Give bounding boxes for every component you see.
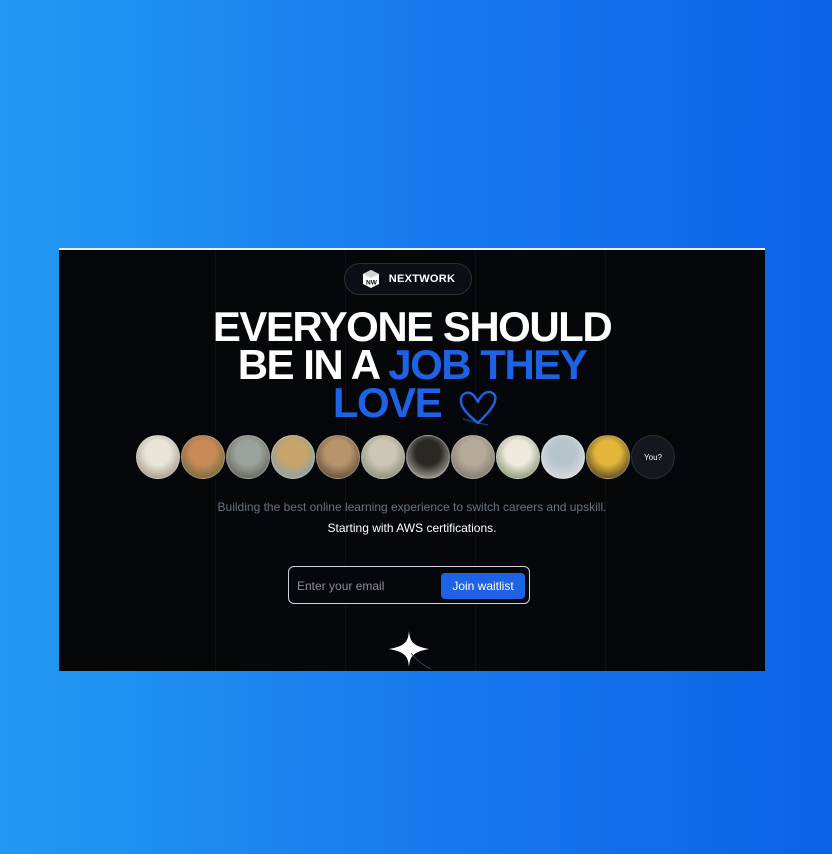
seal-avatar: [451, 435, 495, 479]
sparkle-icon: [389, 631, 431, 670]
avatar-row: You?: [136, 435, 675, 479]
headline-line-3: LOVE: [59, 382, 765, 424]
llama-avatar: [496, 435, 540, 479]
join-waitlist-button[interactable]: Join waitlist: [441, 573, 525, 599]
sheep-avatar: [361, 435, 405, 479]
subtitle-line-2: Starting with AWS certifications.: [327, 521, 497, 535]
svg-text:NW: NW: [366, 280, 378, 287]
brand-name: NEXTWORK: [388, 273, 456, 285]
you-avatar[interactable]: You?: [631, 435, 675, 479]
brand-logo-pill[interactable]: NW NEXTWORK: [344, 263, 472, 295]
headline-love: LOVE: [332, 379, 443, 426]
subtitle-line-1: Building the best online learning experi…: [217, 500, 607, 514]
pineapple-avatar: [541, 435, 585, 479]
heart-outline-icon: [459, 390, 497, 426]
pug-avatar: [406, 435, 450, 479]
alpaca-avatar: [136, 435, 180, 479]
email-input[interactable]: [295, 572, 439, 600]
landing-page-frame: NW NEXTWORK EVERYONE SHOULD BE IN A JOB …: [59, 248, 765, 671]
nw-cube-logo-icon: NW: [362, 270, 379, 288]
koala-avatar: [226, 435, 270, 479]
dog-avatar: [586, 435, 630, 479]
fox-avatar: [181, 435, 225, 479]
giraffe-avatar: [271, 435, 315, 479]
waitlist-form: Join waitlist: [288, 566, 530, 604]
cat-avatar: [316, 435, 360, 479]
